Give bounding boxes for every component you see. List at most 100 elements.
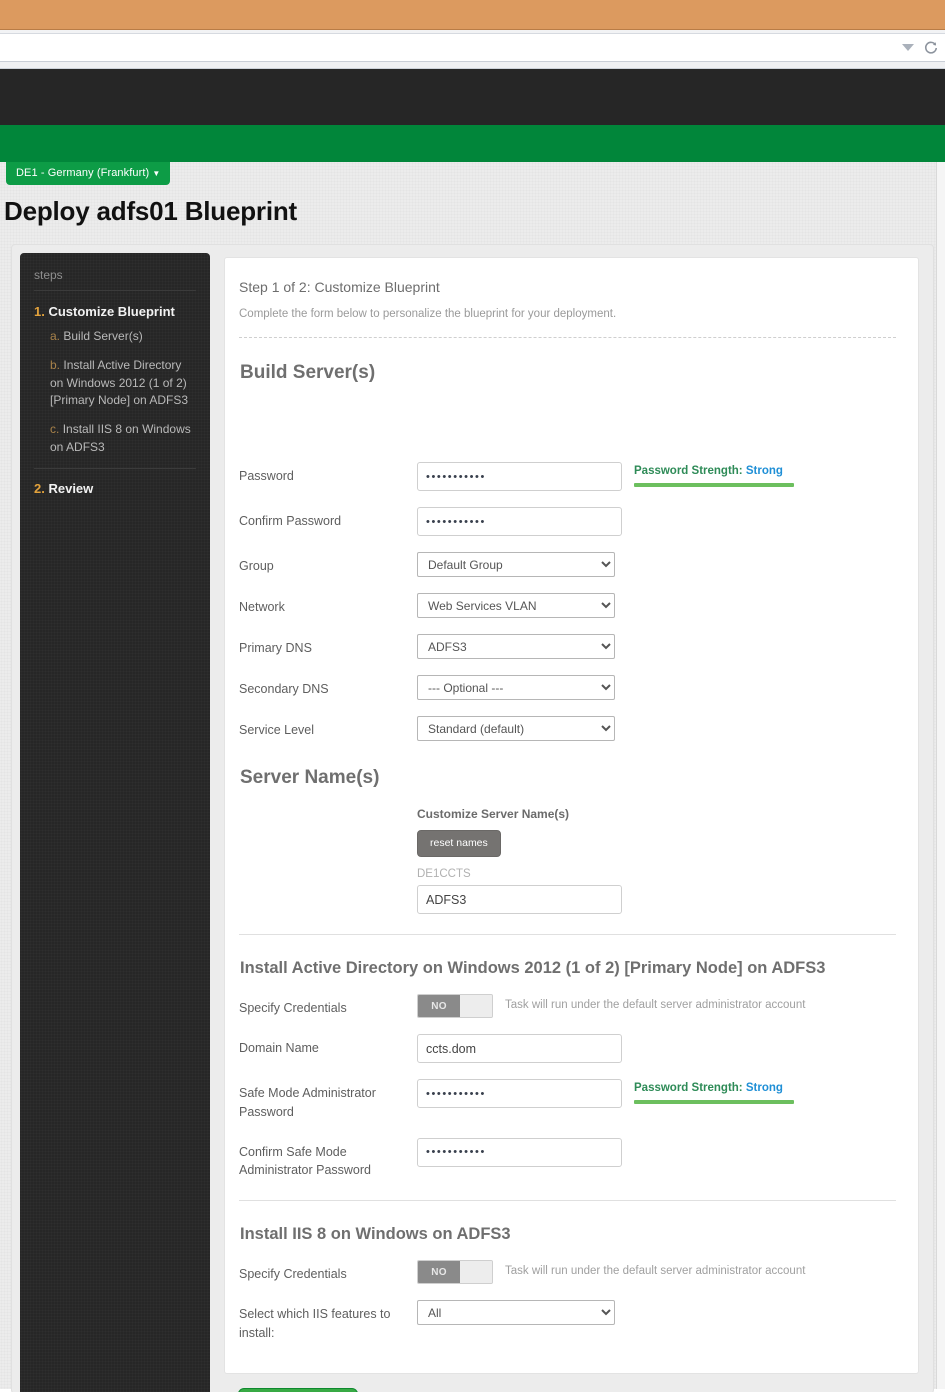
customize-server-names-label: Customize Server Name(s) — [417, 807, 570, 821]
label-safe-mode-password: Safe Mode Administrator Password — [239, 1086, 376, 1119]
domain-name-input[interactable] — [417, 1034, 622, 1063]
label-password: Password — [239, 469, 294, 483]
safe-mode-password-input[interactable] — [417, 1079, 622, 1108]
field-row-secondary-dns: Secondary DNS --- Optional --- — [239, 675, 896, 700]
steps-heading: steps — [34, 268, 196, 291]
label-iis-features: Select which IIS features to install: — [239, 1307, 391, 1340]
section-divider — [239, 934, 896, 935]
iis-specify-credentials-toggle[interactable]: NO — [417, 1260, 493, 1284]
label-confirm-safe-mode-password: Confirm Safe Mode Administrator Password — [239, 1144, 371, 1178]
service-level-select[interactable]: Standard (default) — [417, 716, 615, 741]
step-subheading: Complete the form below to personalize t… — [239, 308, 617, 320]
field-row-network: Network Web Services VLAN — [239, 593, 896, 618]
iis-toggle-note: Task will run under the default server a… — [505, 1265, 806, 1277]
wizard-panel: steps 1. Customize Blueprint a. Build Se… — [11, 244, 934, 1392]
toggle-no-label: NO — [418, 1261, 460, 1283]
password-control — [417, 462, 622, 491]
next-step-button[interactable]: next: step 2 — [238, 1387, 358, 1392]
reset-names-button[interactable]: reset names — [417, 830, 501, 857]
server-names-block: Customize Server Name(s) reset names DE1… — [417, 807, 896, 914]
password-strength: Password Strength: Strong — [634, 462, 794, 487]
confirm-safe-mode-password-input[interactable] — [417, 1137, 622, 1167]
steps-divider — [34, 467, 196, 469]
section-title-build-servers: Build Server(s) — [240, 362, 376, 383]
field-row-ad-specify-credentials: Specify Credentials NO Task will run und… — [239, 994, 896, 1018]
server-name-input[interactable] — [417, 885, 622, 914]
label-primary-dns: Primary DNS — [239, 641, 312, 655]
substep-letter: a. — [50, 329, 61, 343]
substep-label: Install IIS 8 on Windows on ADFS3 — [50, 422, 191, 454]
password-input[interactable] — [417, 462, 622, 491]
wizard-footer: next: step 2 or cancel — [224, 1374, 919, 1392]
password-strength-value: Strong — [745, 465, 783, 477]
steps-sidebar: steps 1. Customize Blueprint a. Build Se… — [20, 253, 210, 1392]
label-domain-name: Domain Name — [239, 1041, 319, 1055]
sidebar-item-install-iis[interactable]: c. Install IIS 8 on Windows on ADFS3 — [50, 421, 196, 457]
toggle-knob — [460, 995, 492, 1017]
section-divider — [239, 337, 896, 338]
field-row-iis-features: Select which IIS features to install: Al… — [239, 1300, 896, 1343]
confirm-password-input[interactable] — [417, 507, 622, 536]
section-title-server-names: Server Name(s) — [240, 767, 380, 788]
field-row-password: Password Password Strength: Strong — [239, 462, 896, 491]
confirm-password-control — [417, 507, 622, 536]
app-subnav — [0, 125, 945, 162]
sidebar-item-build-servers[interactable]: a. Build Server(s) — [50, 328, 196, 346]
field-row-primary-dns: Primary DNS ADFS3 — [239, 634, 896, 659]
sidebar-step-review[interactable]: 2. Review — [34, 481, 196, 496]
region-selector[interactable]: DE1 - Germany (Frankfurt) ▼ — [6, 162, 171, 185]
browser-chrome-footer — [0, 62, 945, 69]
form-card: Step 1 of 2: Customize Blueprint Complet… — [224, 257, 919, 1374]
substep-letter: c. — [50, 422, 60, 436]
ad-toggle-note: Task will run under the default server a… — [505, 999, 806, 1011]
field-row-service-level: Service Level Standard (default) — [239, 716, 896, 741]
primary-dns-select[interactable]: ADFS3 — [417, 634, 615, 659]
password-strength-text: Password Strength: Strong — [634, 1082, 794, 1094]
section-title-iis: Install IIS 8 on Windows on ADFS3 — [240, 1225, 511, 1243]
ad-specify-credentials-toggle[interactable]: NO — [417, 994, 493, 1018]
browser-url-bar[interactable] — [0, 34, 945, 62]
label-network: Network — [239, 600, 285, 614]
section-title-active-directory: Install Active Directory on Windows 2012… — [240, 959, 826, 977]
label-confirm-password: Confirm Password — [239, 514, 342, 528]
substep-label: Install Active Directory on Windows 2012… — [50, 357, 189, 408]
app-navbar — [0, 69, 945, 125]
field-row-confirm-safe-mode-password: Confirm Safe Mode Administrator Password — [239, 1137, 896, 1181]
field-row-domain-name: Domain Name — [239, 1034, 896, 1063]
field-row-confirm-password: Confirm Password — [239, 507, 896, 536]
password-strength-bar — [634, 1100, 794, 1104]
step-label: Customize Blueprint — [48, 304, 175, 319]
page-title: Deploy adfs01 Blueprint — [4, 196, 298, 226]
label-service-level: Service Level — [239, 723, 315, 737]
sidebar-step-customize-blueprint[interactable]: 1. Customize Blueprint — [34, 304, 196, 319]
iis-features-select[interactable]: All — [417, 1300, 615, 1325]
page-body: DE1 - Germany (Frankfurt) ▼ Deploy adfs01… — [0, 162, 945, 1392]
label-ad-specify-credentials: Specify Credentials — [239, 1001, 347, 1015]
browser-top-bar — [0, 0, 945, 30]
sidebar-item-install-active-directory[interactable]: b. Install Active Directory on Windows 2… — [50, 357, 196, 410]
reload-icon[interactable] — [924, 41, 938, 55]
field-row-iis-specify-credentials: Specify Credentials NO Task will run und… — [239, 1260, 896, 1284]
password-strength-text: Password Strength: Strong — [634, 465, 794, 477]
group-select[interactable]: Default Group — [417, 552, 615, 577]
substeps-list: a. Build Server(s) b. Install Active Dir… — [50, 328, 196, 457]
safe-mode-password-control — [417, 1079, 622, 1108]
password-strength-value: Strong — [745, 1082, 783, 1094]
step-number: 2. — [34, 480, 45, 496]
secondary-dns-select[interactable]: --- Optional --- — [417, 675, 615, 700]
chevron-down-icon[interactable] — [902, 44, 914, 51]
password-strength-bar — [634, 483, 794, 487]
password-strength-prefix: Password Strength: — [634, 1082, 743, 1094]
toggle-knob — [460, 1261, 492, 1283]
section-divider — [239, 1200, 896, 1201]
toggle-no-label: NO — [418, 995, 460, 1017]
field-row-group: Group Default Group — [239, 552, 896, 577]
network-select[interactable]: Web Services VLAN — [417, 593, 615, 618]
label-group: Group — [239, 559, 274, 573]
chevron-down-icon: ▼ — [152, 169, 161, 178]
server-name-prefix-label: DE1CCTS — [417, 868, 471, 880]
label-secondary-dns: Secondary DNS — [239, 682, 329, 696]
page-right-gutter — [936, 162, 945, 1389]
substep-letter: b. — [50, 357, 61, 372]
substep-label: Build Server(s) — [63, 329, 143, 343]
